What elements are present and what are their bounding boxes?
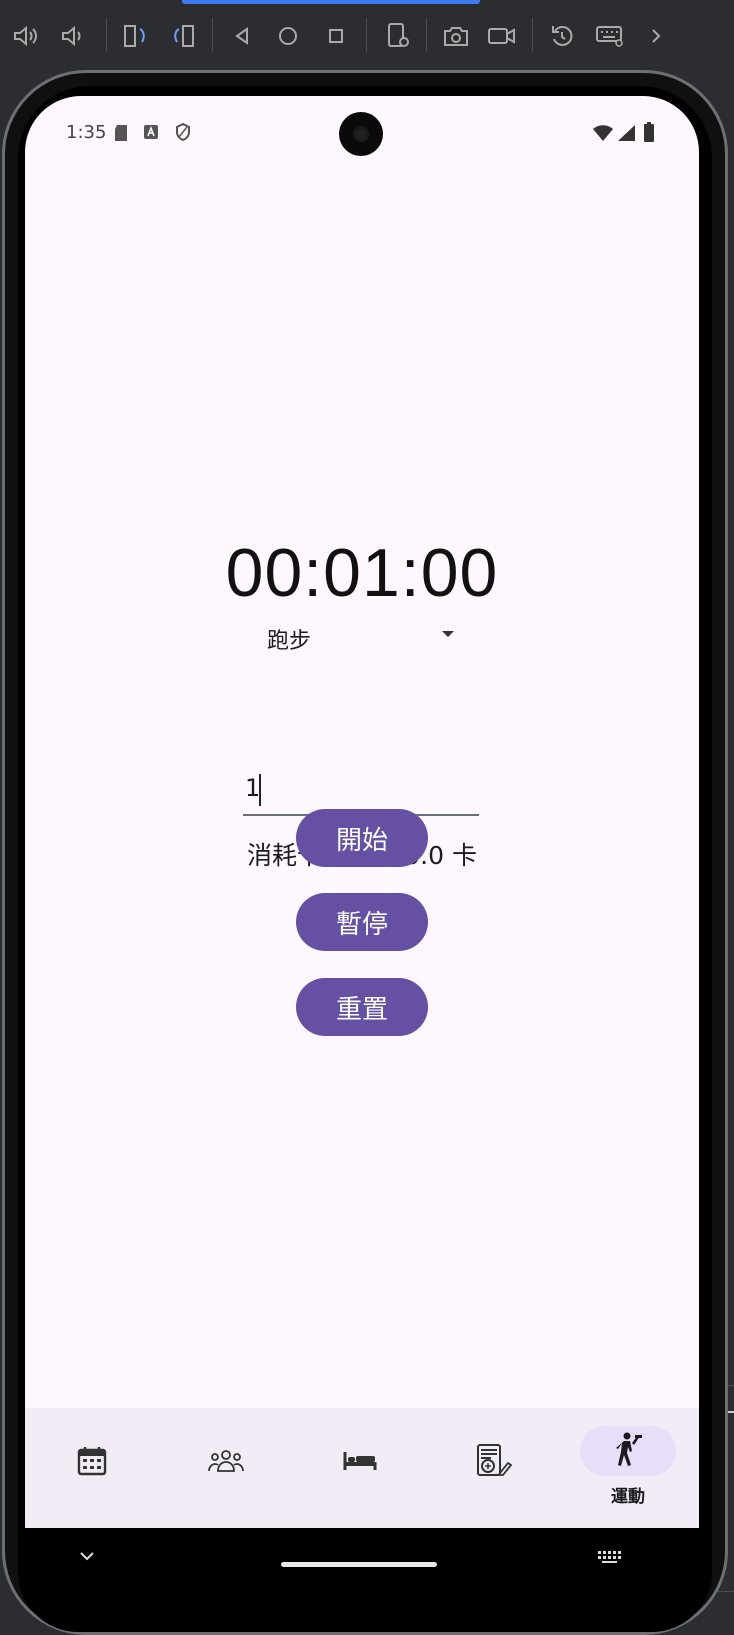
nav-label-exercise: 運動 — [611, 1487, 645, 1507]
text-a-icon — [144, 125, 158, 139]
reset-icon[interactable] — [546, 20, 578, 52]
rotate-right-icon[interactable] — [168, 20, 200, 52]
camera-icon[interactable] — [440, 20, 472, 52]
rotate-left-icon[interactable] — [120, 20, 152, 52]
keyboard-switch-icon[interactable] — [597, 1550, 623, 1564]
keyboard-icon[interactable] — [594, 20, 626, 52]
volume-down-icon[interactable] — [56, 20, 88, 52]
home-icon[interactable] — [272, 20, 304, 52]
system-navigation-bar — [25, 1528, 699, 1588]
diet-plan-icon — [477, 1444, 512, 1476]
device-settings-icon[interactable] — [382, 20, 414, 52]
nav-item-sleep[interactable] — [293, 1408, 427, 1528]
dropdown-arrow-icon — [442, 631, 454, 637]
shield-icon — [176, 123, 190, 141]
status-time: 1:35 — [66, 122, 107, 143]
reset-button[interactable]: 重置 — [296, 978, 428, 1036]
bed-icon — [343, 1452, 377, 1470]
minutes-input-value: 1 — [245, 774, 261, 802]
chevron-down-icon[interactable] — [79, 1550, 95, 1562]
home-gesture-bar[interactable] — [281, 1562, 437, 1567]
nav-item-people[interactable] — [159, 1408, 293, 1528]
nav-item-exercise[interactable]: 運動 — [561, 1408, 695, 1528]
front-camera — [339, 112, 383, 156]
bottom-navigation: 運動 — [25, 1408, 699, 1528]
app-screen: 1:35 00:01:00 跑步 1 消耗卡路里: 10.0 卡 開始 暫停 重… — [25, 96, 699, 1528]
back-icon[interactable] — [226, 20, 258, 52]
more-icon[interactable] — [640, 20, 672, 52]
emulator-toolbar — [0, 0, 734, 68]
calendar-icon — [77, 1447, 107, 1476]
battery-icon — [644, 122, 654, 142]
nav-item-diet[interactable] — [427, 1408, 561, 1528]
exercise-dropdown[interactable]: 跑步 — [267, 621, 454, 657]
text-caret — [259, 774, 261, 806]
timer-display: 00:01:00 — [225, 535, 499, 611]
start-button[interactable]: 開始 — [296, 809, 428, 867]
active-indicator — [580, 1426, 676, 1476]
people-icon — [208, 1450, 244, 1472]
volume-up-icon[interactable] — [10, 20, 42, 52]
exercise-icon — [616, 1432, 642, 1466]
toolbar-accent-bar — [182, 0, 480, 4]
video-record-icon[interactable] — [486, 20, 518, 52]
wifi-icon — [593, 125, 613, 141]
exercise-dropdown-value: 跑步 — [267, 629, 312, 654]
overview-icon[interactable] — [320, 20, 352, 52]
signal-icon — [618, 125, 635, 141]
pause-button[interactable]: 暫停 — [296, 893, 428, 951]
sd-card-icon — [115, 125, 127, 141]
nav-item-calendar[interactable] — [25, 1408, 159, 1528]
